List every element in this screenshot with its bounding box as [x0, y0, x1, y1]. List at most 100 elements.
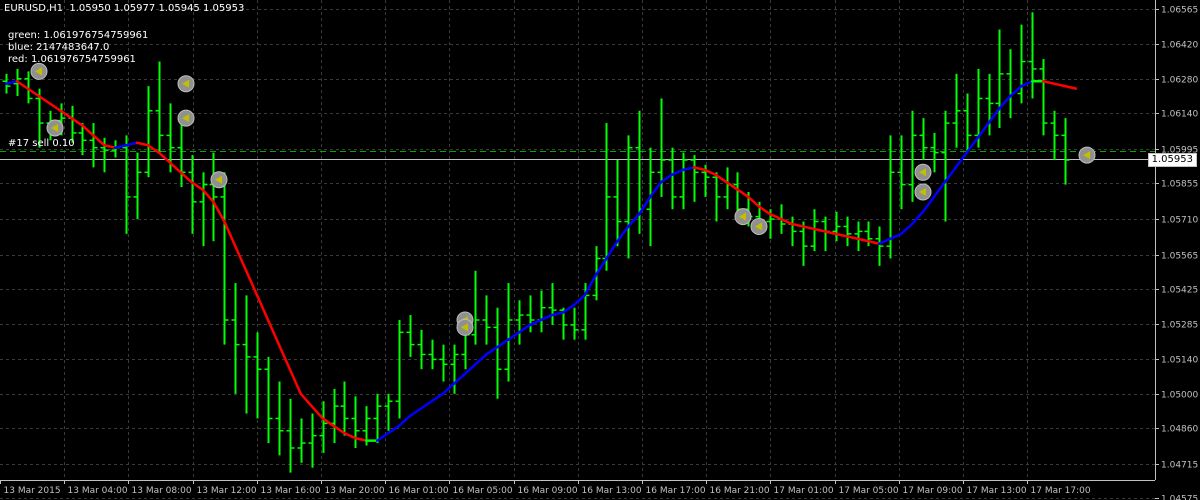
ohlc-bar: [493, 307, 502, 399]
ohlc-bar: [679, 152, 688, 210]
ohlc-bar: [384, 393, 393, 431]
ma-segment: [659, 173, 674, 184]
y-tick-label: 1.06420: [1161, 41, 1198, 51]
ohlc-bar: [570, 307, 579, 340]
ma-segment: [637, 195, 652, 216]
ma-segment: [1020, 79, 1034, 88]
ohlc-bar: [297, 418, 306, 463]
ohlc-bar: [122, 135, 131, 234]
ohlc-label: 1.05950 1.05977 1.05945 1.05953: [69, 3, 245, 14]
indicator-info: green: 1.061976754759961 blue: 214748364…: [8, 30, 148, 66]
time-axis: 13 Mar 2015 13 Mar 04:00 13 Mar 08:00 13 Ma…: [0, 480, 1155, 496]
ohlc-bar: [537, 290, 546, 333]
trade-arrow-icon: [750, 217, 768, 235]
ma-segment: [288, 367, 303, 396]
ohlc-bar: [723, 167, 732, 210]
ma-segment: [496, 338, 510, 349]
ma-segment: [124, 141, 139, 147]
x-tick-label: 13 Mar 08:00: [132, 486, 192, 496]
ma-segment: [1052, 82, 1067, 88]
ohlc-bar: [417, 329, 426, 370]
ohlc-bar: [286, 398, 295, 473]
ohlc-bar: [930, 132, 939, 173]
ohlc-bar: [624, 135, 633, 259]
price-chart[interactable]: 1.065651.064201.062801.061401.059951.058…: [0, 0, 1200, 500]
ma-segment: [15, 79, 30, 90]
price-axis: 1.065651.064201.062801.061401.059951.058…: [1155, 0, 1198, 500]
ma-segment: [1041, 79, 1056, 85]
ohlc-bar: [897, 135, 906, 210]
trade-label: #17 sell 0.10: [8, 138, 75, 149]
ohlc-bar: [111, 140, 120, 158]
ohlc-bar: [439, 344, 448, 382]
x-tick-label: 17 Mar 17:00: [1031, 486, 1091, 496]
x-tick-label: 13 Mar 20:00: [325, 486, 385, 496]
x-tick-label: 13 Mar 16:00: [261, 486, 321, 496]
ohlc-bar: [1050, 110, 1059, 160]
trade-arrow-icon: [734, 208, 752, 226]
ma-segment: [517, 323, 532, 334]
ma-segment: [943, 166, 958, 184]
x-tick-label: 13 Mar 12:00: [197, 486, 257, 496]
ma-segment: [867, 239, 881, 245]
ma-segment: [758, 205, 772, 216]
ohlc-bar: [275, 381, 284, 456]
y-tick-label: 1.05710: [1161, 216, 1198, 226]
ohlc-bar: [843, 216, 852, 247]
trade-arrow-icon: [210, 171, 228, 189]
y-tick-label: 1.05285: [1161, 321, 1198, 331]
trade-arrow-icon: [914, 163, 932, 181]
ohlc-bar: [788, 216, 797, 247]
ma-segment: [485, 345, 499, 356]
y-tick-label: 1.06280: [1161, 76, 1198, 86]
ohlc-bar: [406, 315, 415, 357]
ma-segment: [244, 269, 259, 297]
ohlc-bar: [253, 332, 262, 419]
ma-segment: [790, 222, 805, 228]
ohlc-bar: [832, 211, 841, 242]
chart-grid: [0, 0, 1155, 499]
red-value: red: 1.061976754759961: [8, 54, 136, 65]
ohlc-bar: [602, 123, 611, 271]
ma-segment: [1063, 84, 1078, 90]
ma-segment: [223, 220, 237, 248]
ma-segment: [812, 227, 827, 233]
ma-segment: [135, 141, 150, 147]
ma-segment: [386, 424, 401, 435]
ma-segment: [932, 180, 947, 199]
trade-markers: [30, 62, 1096, 336]
ohlc-bar: [941, 110, 950, 222]
ohlc-bar: [1006, 49, 1015, 119]
x-tick-label: 16 Mar 21:00: [710, 486, 770, 496]
ma-segment: [878, 237, 892, 245]
ohlc-bar: [351, 396, 360, 448]
y-tick-label: 1.06565: [1161, 6, 1198, 16]
x-tick-label: 16 Mar 09:00: [518, 486, 578, 496]
x-tick-label: 13 Mar 2015: [4, 486, 61, 496]
ohlc-bar: [133, 152, 142, 220]
ohlc-bar: [89, 123, 98, 168]
ohlc-bar: [144, 86, 153, 178]
ohlc-bar: [188, 155, 197, 234]
ohlc-bar: [308, 413, 317, 468]
ohlc-bar: [952, 73, 961, 148]
trade-arrow-icon: [1078, 146, 1096, 164]
ma-segment: [48, 102, 62, 113]
ma-segment: [670, 168, 685, 177]
ma-segment: [375, 431, 390, 442]
trade-arrow-icon: [177, 109, 195, 127]
trade-arrow-icon: [456, 318, 474, 336]
ohlc-bar: [908, 110, 917, 202]
current-price-tag: 1.05953: [1147, 152, 1197, 167]
ma-segment: [550, 311, 565, 317]
y-tick-label: 1.05000: [1161, 391, 1198, 401]
ohlc-bar: [690, 155, 699, 202]
ma-segment: [92, 134, 106, 147]
x-tick-label: 17 Mar 13:00: [967, 486, 1027, 496]
ma-segment: [81, 124, 95, 137]
ohlc-bar: [712, 172, 721, 222]
ohlc-bar: [471, 270, 480, 345]
x-tick-label: 16 Mar 01:00: [389, 486, 449, 496]
ma-segment: [103, 143, 117, 149]
ma-segment: [157, 151, 172, 164]
